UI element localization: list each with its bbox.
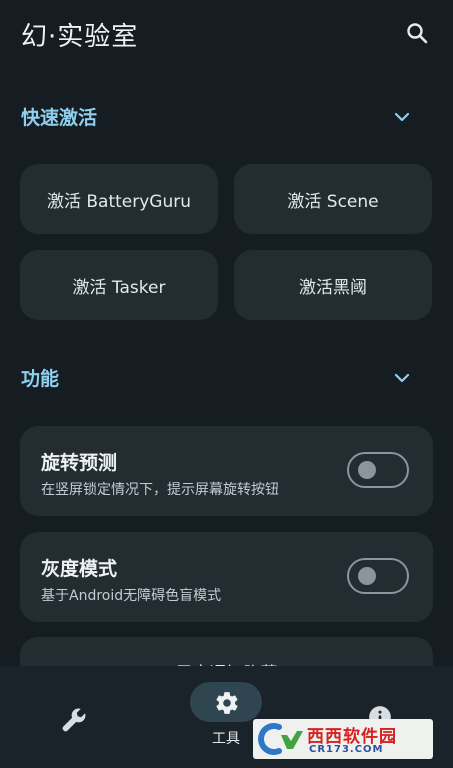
toggle-knob (358, 461, 376, 479)
top-app-bar: 幻·实验室 (0, 0, 453, 70)
chevron-down-icon[interactable] (392, 368, 412, 388)
section-title-features: 功能 (21, 368, 60, 390)
feature-card-grayscale-mode: 灰度模式 基于Android无障碍色盲模式 (20, 532, 433, 622)
chevron-down-icon[interactable] (392, 107, 412, 127)
feature-title: 灰度模式 (41, 558, 118, 580)
activate-scene-button[interactable]: 激活 Scene (234, 164, 432, 234)
activate-heiyu-button[interactable]: 激活黑阈 (234, 250, 432, 320)
quick-activate-header[interactable]: 快速激活 (0, 96, 453, 136)
feature-title: 旋转预测 (41, 452, 118, 474)
feature-description: 在竖屏锁定情况下，提示屏幕旋转按钮 (41, 482, 279, 498)
features-header[interactable]: 功能 (0, 357, 453, 397)
feature-card-rotation-prediction: 旋转预测 在竖屏锁定情况下，提示屏幕旋转按钮 (20, 426, 433, 516)
nav-item-wrench[interactable] (20, 666, 130, 768)
app-screen: 幻·实验室 快速激活 激活 BatteryGuru 激活 Scene 激活 Ta… (0, 0, 453, 768)
rotation-prediction-toggle[interactable] (347, 452, 409, 488)
nav-label-tools: 工具 (212, 731, 240, 747)
watermark-logo: 西西软件园 CR173.COM (253, 719, 433, 759)
wrench-icon (62, 708, 86, 732)
search-button[interactable] (400, 16, 434, 50)
toggle-knob (358, 567, 376, 585)
activate-batteryguru-button[interactable]: 激活 BatteryGuru (20, 164, 218, 234)
search-icon (407, 23, 428, 44)
app-title: 幻·实验室 (21, 22, 139, 52)
activate-tasker-button[interactable]: 激活 Tasker (20, 250, 218, 320)
section-title-quick-activate: 快速激活 (21, 107, 98, 129)
grayscale-mode-toggle[interactable] (347, 558, 409, 594)
gear-icon (216, 692, 238, 714)
watermark-url: CR173.COM (309, 744, 384, 755)
watermark-logo-icon (258, 723, 303, 755)
feature-description: 基于Android无障碍色盲模式 (41, 588, 222, 604)
